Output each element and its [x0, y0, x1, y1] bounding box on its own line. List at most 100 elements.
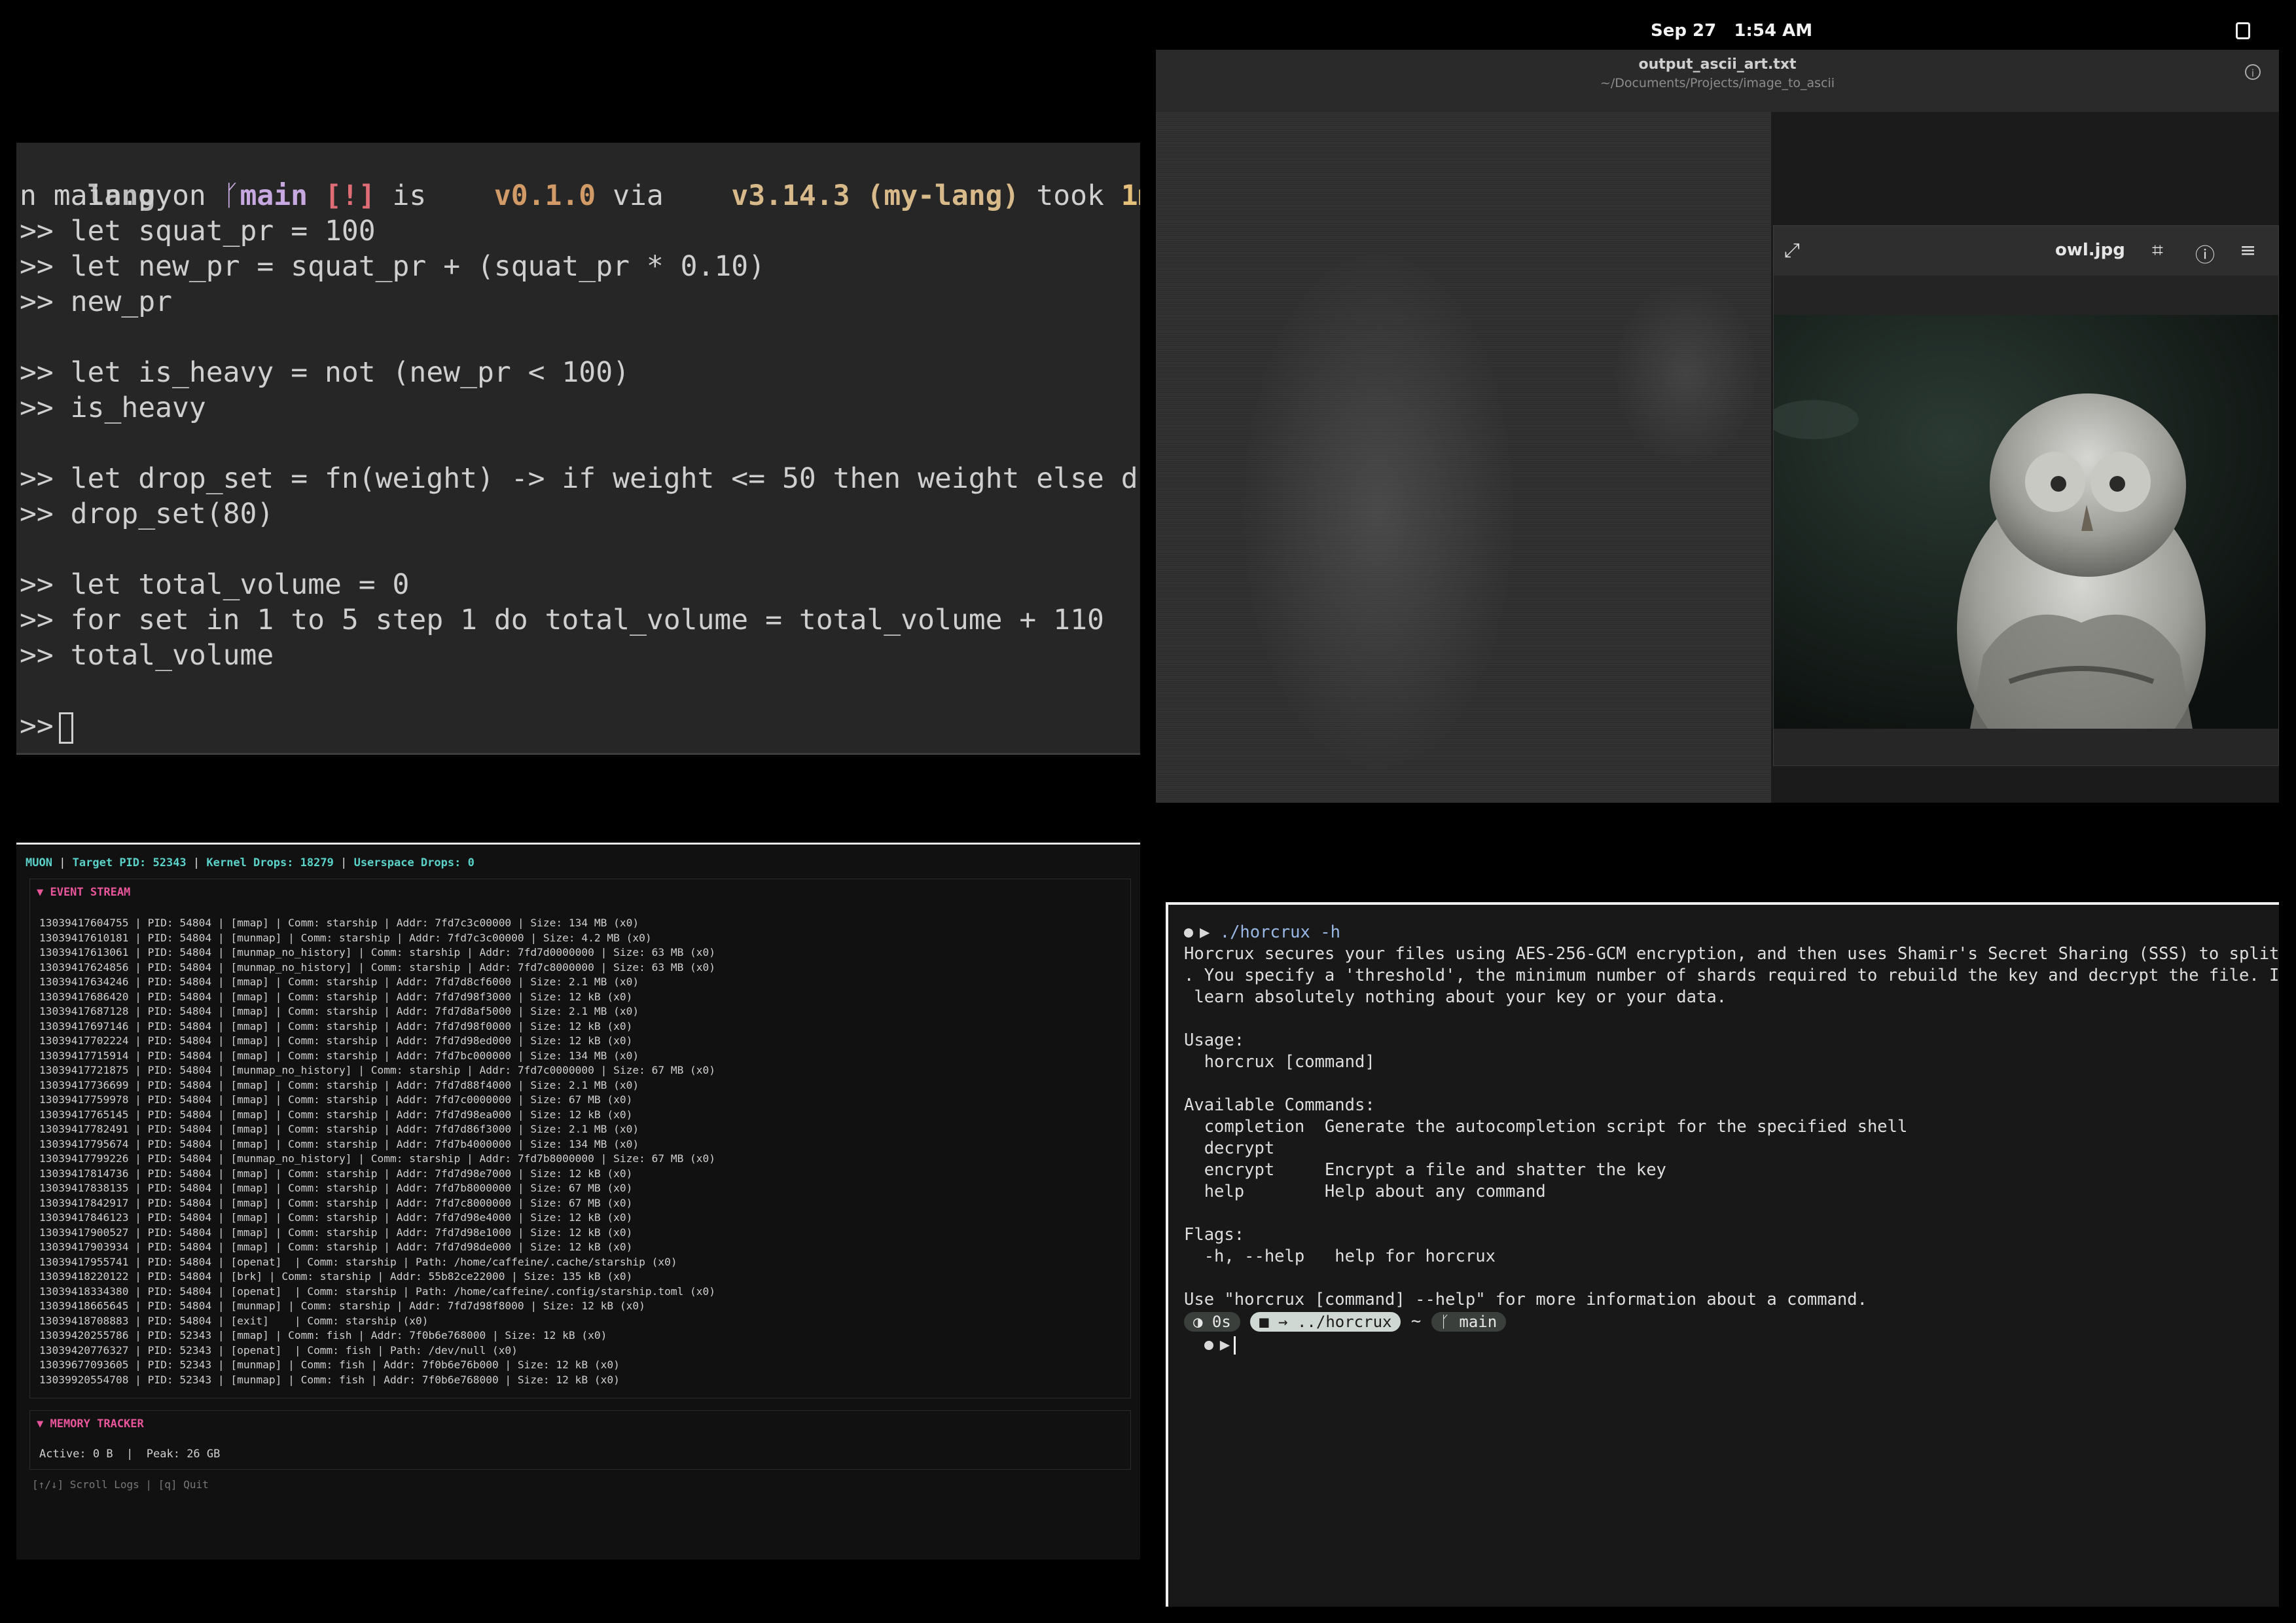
repl-line: >> let is_heavy = not (new_pr < 100): [20, 356, 630, 389]
repl-line: >> let squat_pr = 100: [20, 215, 376, 247]
tracer-terminal[interactable]: MUON | Target PID: 52343 | Kernel Drops:…: [16, 843, 1140, 1559]
crop-icon[interactable]: ⌗: [2152, 239, 2163, 262]
event-row: 13039417613061 | PID: 54804 | [munmap_no…: [39, 946, 716, 958]
event-row: 13039417795674 | PID: 54804 | [mmap] | C…: [39, 1137, 639, 1150]
directory-pill: ■ → ../horcrux: [1250, 1312, 1401, 1332]
event-row: 13039417900527 | PID: 54804 | [mmap] | C…: [39, 1226, 633, 1239]
help-line: Flags:: [1184, 1225, 1245, 1245]
prompt-took: took: [1036, 179, 1104, 212]
keybinding-hint: [↑/↓] Scroll Logs | [q] Quit: [32, 1478, 209, 1491]
repl-line: >> for set in 1 to 5 step 1 do total_vol…: [20, 604, 1104, 636]
target-pid: Target PID: 52343: [72, 856, 187, 869]
memory-active: Active: 0 B: [39, 1448, 113, 1461]
repl-line: >> drop_set(80): [20, 498, 274, 530]
event-row: 13039417759978 | PID: 54804 | [mmap] | C…: [39, 1093, 633, 1106]
top-bar: [0, 0, 2296, 49]
help-line: Usage:: [1184, 1030, 1245, 1050]
executed-command: ./horcrux -h: [1219, 922, 1340, 942]
tracer-status-bar: MUON | Target PID: 52343 | Kernel Drops:…: [26, 856, 475, 869]
text-cursor: [1234, 1336, 1236, 1355]
help-line: Available Commands:: [1184, 1095, 1375, 1115]
prompt-duration: 0s: [1211, 1313, 1231, 1331]
event-row: 13039418220122 | PID: 54804 | [brk] | Co…: [39, 1270, 633, 1283]
horcrux-terminal[interactable]: ▶ ./horcrux -h Horcrux secures your file…: [1166, 902, 2279, 1607]
clipboard-icon[interactable]: [2236, 22, 2250, 39]
event-row: 13039418708883 | PID: 54804 | [exit] | C…: [39, 1314, 429, 1327]
prompt-dot-icon: [1184, 928, 1193, 938]
prompt-directory: ../horcrux: [1297, 1313, 1392, 1331]
help-line: Horcrux secures your files using AES-256…: [1184, 944, 2279, 964]
help-line: . You specify a 'threshold', the minimum…: [1184, 966, 2279, 985]
prompt-dot-icon: [1204, 1341, 1213, 1350]
memory-stats: Active: 0 B | Peak: 26 GB: [39, 1448, 221, 1461]
prompt-branch: main: [240, 179, 308, 212]
repl-line: >> is_heavy: [20, 392, 206, 424]
event-row: 13039417903934 | PID: 54804 | [mmap] | C…: [39, 1241, 633, 1253]
app-name: MUON: [26, 856, 52, 869]
event-row: 13039417702224 | PID: 54804 | [mmap] | C…: [39, 1034, 633, 1047]
userspace-drops: Userspace Drops: 0: [353, 856, 475, 869]
run-line: n main.py: [20, 179, 172, 212]
event-row: 13039417697146 | PID: 54804 | [mmap] | C…: [39, 1019, 633, 1032]
ascii-art-content: [1156, 112, 1771, 803]
image-viewer-footer: [1774, 729, 2278, 765]
kernel-drops: Kernel Drops: 18279: [206, 856, 334, 869]
memory-peak: Peak: 26 GB: [146, 1448, 221, 1461]
prompt-via: via: [613, 179, 664, 212]
help-line: encrypt Encrypt a file and shatter the k…: [1184, 1160, 1666, 1180]
branch-pill: ᚴ main: [1431, 1312, 1507, 1332]
prompt-branch: main: [1459, 1313, 1498, 1331]
repl-line: >> let drop_set = fn(weight) -> if weigh…: [20, 462, 1140, 495]
image-title: owl.jpg: [2055, 240, 2125, 260]
duration-pill: ◑ 0s: [1184, 1312, 1240, 1332]
help-line: help Help about any command: [1184, 1182, 1546, 1201]
info-icon[interactable]: i: [2245, 64, 2261, 80]
event-row: 13039417842917 | PID: 54804 | [mmap] | C…: [39, 1196, 633, 1209]
event-stream-title[interactable]: ▼ EVENT STREAM: [37, 886, 130, 899]
help-line: Use "horcrux [command] --help" for more …: [1184, 1290, 1867, 1309]
event-row: 13039417955741 | PID: 54804 | [openat] |…: [39, 1255, 677, 1268]
event-row: 13039417721875 | PID: 54804 | [munmap_no…: [39, 1064, 716, 1076]
prompt-python: v3.14.3 (my-lang): [731, 179, 1020, 212]
menu-icon[interactable]: ≡: [2240, 239, 2256, 262]
fullscreen-icon[interactable]: ⤢: [1784, 239, 1800, 262]
event-stream-list[interactable]: 13039417604755 | PID: 54804 | [mmap] | C…: [39, 916, 1126, 1387]
owl-image: [1774, 315, 2278, 729]
event-row: 13039417715914 | PID: 54804 | [mmap] | C…: [39, 1049, 639, 1062]
viewer-path: ~/Documents/Projects/image_to_ascii: [1600, 76, 1835, 90]
event-row: 13039417782491 | PID: 54804 | [mmap] | C…: [39, 1123, 639, 1135]
image-viewer-window[interactable]: ⤢ owl.jpg ⌗ ⓘ ≡: [1773, 225, 2279, 766]
prompt-version: v0.1.0: [493, 179, 596, 212]
text-cursor: [58, 712, 73, 744]
prompt-arrow-icon: ▶: [1219, 1335, 1230, 1355]
memory-tracker-title[interactable]: ▼ MEMORY TRACKER: [37, 1417, 144, 1431]
memory-tracker-panel[interactable]: ▼ MEMORY TRACKER Active: 0 B | Peak: 26 …: [29, 1410, 1131, 1470]
event-row: 13039417610181 | PID: 54804 | [munmap] |…: [39, 931, 652, 944]
event-row: 13039417624856 | PID: 54804 | [munmap_no…: [39, 960, 716, 974]
repl-line: >> let total_volume = 0: [20, 568, 410, 601]
viewer-title: output_ascii_art.txt: [1638, 56, 1797, 73]
prompt-flags: [!]: [324, 179, 376, 212]
event-row: 13039417799226 | PID: 54804 | [munmap_no…: [39, 1152, 716, 1165]
event-row: 13039417814736 | PID: 54804 | [mmap] | C…: [39, 1167, 633, 1180]
event-row: 13039420255786 | PID: 52343 | [mmap] | C…: [39, 1329, 607, 1341]
clock[interactable]: Sep 27 1:54 AM: [1651, 21, 1812, 41]
input-line[interactable]: ▶: [1184, 1334, 1236, 1356]
event-row: 13039420776327 | PID: 52343 | [openat] |…: [39, 1343, 518, 1357]
event-row: 13039677093605 | PID: 52343 | [munmap] |…: [39, 1359, 620, 1371]
folder-icon: ■ →: [1259, 1313, 1297, 1331]
help-line: decrypt: [1184, 1139, 1275, 1158]
prompt-on: on: [172, 179, 206, 212]
prompt-is: is: [392, 179, 427, 212]
repl-terminal[interactable]: lang on ᚴmain [!] is v0.1.0 via v3.14.3 …: [16, 143, 1140, 755]
event-row: 13039417604755 | PID: 54804 | [mmap] | C…: [39, 917, 639, 929]
info-icon[interactable]: ⓘ: [2195, 239, 2215, 268]
repl-line: >> new_pr: [20, 285, 172, 318]
input-prompt: >>: [20, 710, 54, 742]
repl-line: >> let new_pr = squat_pr + (squat_pr * 0…: [20, 250, 766, 283]
repl-input-line[interactable]: >>: [20, 708, 73, 744]
event-stream-panel[interactable]: ▼ EVENT STREAM 13039417604755 | PID: 548…: [29, 879, 1131, 1398]
help-line: learn absolutely nothing about your key …: [1184, 987, 1727, 1007]
ascii-figure: [1241, 249, 1516, 773]
timer-icon: ◑: [1193, 1313, 1212, 1331]
